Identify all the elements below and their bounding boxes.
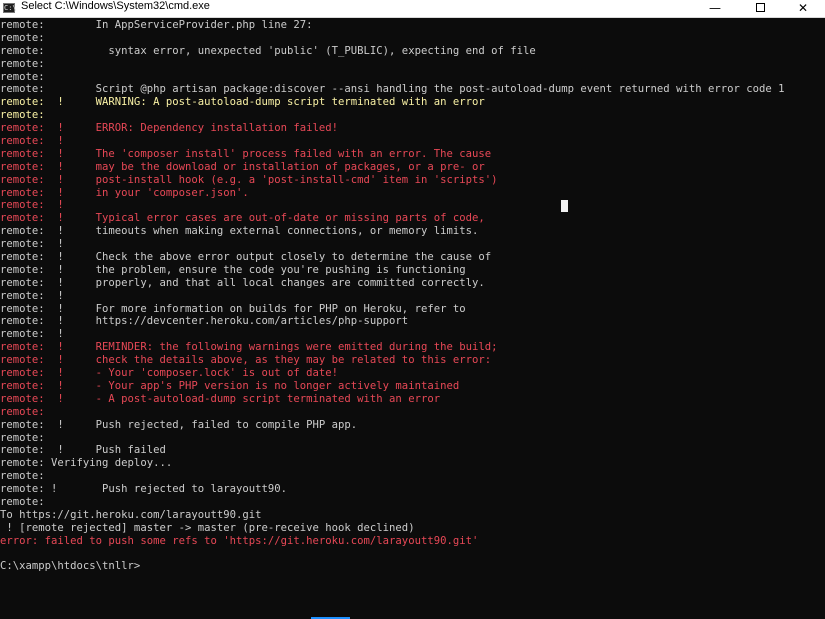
console-line: remote: ! ERROR: Dependency installation… [0,122,339,135]
console-line: To https://git.heroku.com/larayoutt90.gi… [0,508,262,521]
console-line: remote: ! Push failed [0,444,166,457]
console-line: remote: ! [0,289,64,302]
console-line: remote: [0,70,45,83]
title-bar[interactable]: C:\ Select C:\Windows\System32\cmd.exe —… [0,0,825,18]
console-line: remote: ! properly, and that all local c… [0,276,485,289]
console-line: remote: ! https://devcenter.heroku.com/a… [0,315,409,328]
console-line: error: failed to push some refs to 'http… [0,534,479,547]
console-line: remote: ! Typical error cases are out-of… [0,212,485,225]
console-output[interactable]: remote: In AppServiceProvider.php line 2… [0,19,825,619]
console-line: C:\xampp\htdocs\tnllr> [0,560,141,573]
console-line: remote: ! - A post-autoload-dump script … [0,392,441,405]
console-line: remote: ! - Your 'composer.lock' is out … [0,367,339,380]
text-cursor [561,200,568,212]
console-line: remote: In AppServiceProvider.php line 2… [0,19,313,31]
console-line: remote: ! post-install hook (e.g. a 'pos… [0,173,498,186]
console-line: remote: ! in your 'composer.json'. [0,186,249,199]
console-line: remote: [0,57,45,70]
console-line: remote: [0,431,45,444]
console-line: remote: ! The 'composer install' process… [0,147,492,160]
console-line: remote: [0,109,45,122]
console-line: remote: ! [0,328,64,341]
console-line: remote: ! WARNING: A post-autoload-dump … [0,96,485,109]
console-line: remote: syntax error, unexpected 'public… [0,44,536,57]
console-line: remote: ! Push rejected to larayoutt90. [0,483,288,496]
console-line: remote: ! [0,135,64,148]
console-line: remote: ! may be the download or install… [0,160,485,173]
console-line: remote: ! - Your app's PHP version is no… [0,379,460,392]
minimize-icon: — [709,1,721,15]
cmd-window: C:\ Select C:\Windows\System32\cmd.exe —… [0,0,825,619]
window-title: Select C:\Windows\System32\cmd.exe [21,0,210,12]
console-line: remote: ! For more information on builds… [0,302,466,315]
minimize-button[interactable]: — [693,0,737,17]
cmd-icon: C:\ [3,3,17,13]
console-line: remote: [0,405,45,418]
console-line: remote: ! the problem, ensure the code y… [0,263,466,276]
console-line: remote: [0,31,45,44]
close-button[interactable]: ✕ [781,0,825,17]
console-line: remote: ! REMINDER: the following warnin… [0,341,498,354]
console-line: remote: ! Check the above error output c… [0,251,492,264]
close-icon: ✕ [797,1,809,15]
console-line: remote: Verifying deploy... [0,457,173,470]
console-line: remote: [0,495,45,508]
console-line: remote: ! timeouts when making external … [0,225,479,238]
maximize-icon [755,3,765,12]
console-line: remote: ! check the details above, as th… [0,354,492,367]
console-line: remote: ! [0,199,64,212]
maximize-button[interactable] [738,0,782,17]
console-line: remote: ! [0,238,64,251]
console-line: remote: ! Push rejected, failed to compi… [0,418,358,431]
console-line: remote: Script @php artisan package:disc… [0,83,785,96]
console-line: ! [remote rejected] master -> master (pr… [0,521,415,534]
console-line: remote: [0,470,45,483]
